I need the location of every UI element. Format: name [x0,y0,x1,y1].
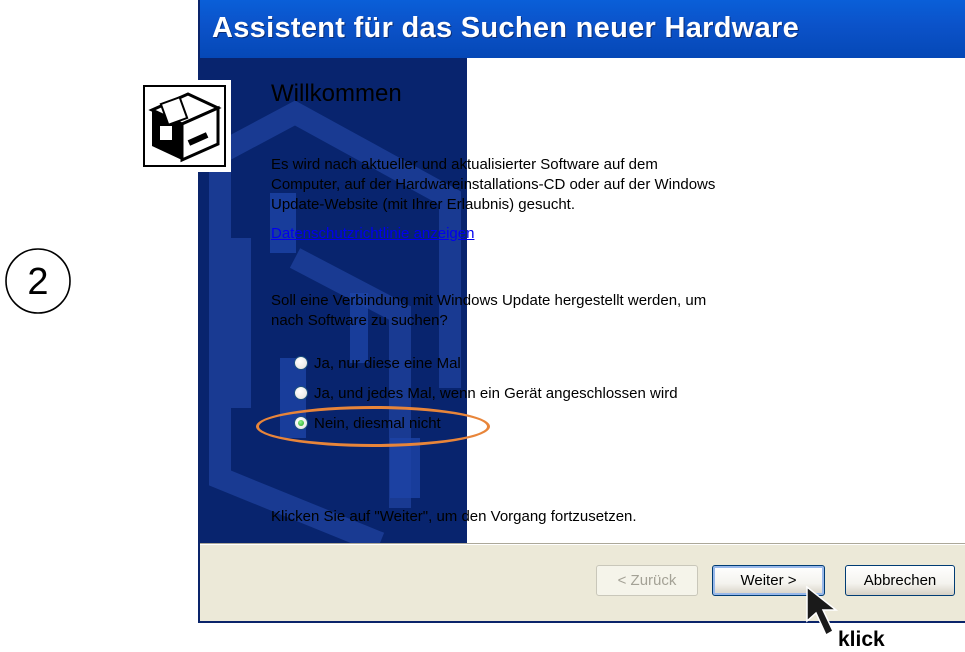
radio-button[interactable] [294,386,308,400]
back-button[interactable]: < Zurück [596,565,698,596]
radio-label: Ja, nur diese eine Mal [314,354,461,372]
continue-hint-text: Klicken Sie auf "Weiter", um den Vorgang… [271,508,637,525]
radio-button[interactable] [294,356,308,370]
privacy-policy-link[interactable]: Datenschutzrichtlinie anzeigen [271,225,474,242]
update-question-text: Soll eine Verbindung mit Windows Update … [271,292,707,329]
radio-label: Ja, und jedes Mal, wenn ein Gerät angesc… [314,384,678,402]
step-number-marker: 2 [5,248,71,314]
intro-text: Es wird nach aktueller und aktualisierte… [271,156,716,213]
hardware-icon [138,80,231,172]
cancel-button[interactable]: Abbrechen [845,565,955,596]
window-title: Assistent für das Suchen neuer Hardware [212,12,800,44]
title-bar: Assistent für das Suchen neuer Hardware [200,0,965,58]
page-heading: Willkommen [271,80,402,107]
highlight-ellipse [256,406,490,447]
click-annotation-label: klick [838,628,885,651]
radio-option-once[interactable]: Ja, nur diese eine Mal [294,352,461,374]
button-area-divider [200,543,965,545]
radio-option-always[interactable]: Ja, und jedes Mal, wenn ein Gerät angesc… [294,382,678,404]
svg-text:2: 2 [27,261,48,303]
